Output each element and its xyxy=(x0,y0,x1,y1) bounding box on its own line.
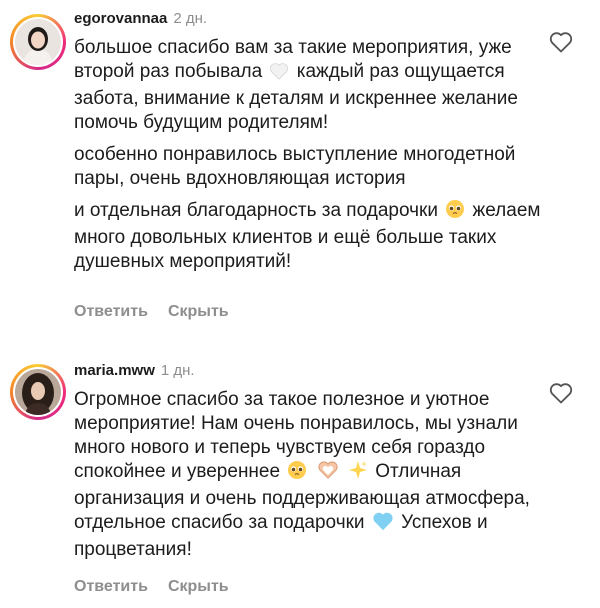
comment-header: egorovannaa 2 дн. xyxy=(74,10,207,27)
timestamp: 2 дн. xyxy=(173,10,208,27)
avatar-photo xyxy=(15,19,61,65)
comment-header: maria.mww 1 дн. xyxy=(74,362,195,379)
text-span: и отдельная благодарность за подарочки xyxy=(74,200,438,221)
light-blue-heart-emoji xyxy=(372,511,394,538)
sparkles-emoji xyxy=(348,460,368,487)
avatar-photo xyxy=(15,369,61,415)
username[interactable]: maria.mww xyxy=(74,362,155,379)
comment-paragraph: особенно понравилось выступление многоде… xyxy=(74,144,516,189)
comment-actions: Ответить Скрыть xyxy=(74,303,249,321)
white-heart-emoji xyxy=(269,62,289,87)
comment-paragraph: большое спасибо вам за такие мероприятия… xyxy=(74,36,544,135)
comment-text: большое спасибо вам за такие мероприятия… xyxy=(74,36,544,282)
avatar[interactable] xyxy=(10,14,66,70)
comment-text: Огромное спасибо за такое полезное и уют… xyxy=(74,388,544,562)
heart-outline-icon[interactable] xyxy=(549,31,573,53)
reply-button[interactable]: Ответить xyxy=(74,578,148,595)
comment-paragraph: и отдельная благодарность за подарочки ж… xyxy=(74,199,544,274)
heart-hands-emoji xyxy=(317,460,339,487)
timestamp: 1 дн. xyxy=(160,362,195,379)
hide-button[interactable]: Скрыть xyxy=(168,303,229,320)
pleading-face-emoji xyxy=(445,199,465,226)
username[interactable]: egorovannaa xyxy=(74,10,167,27)
hide-button[interactable]: Скрыть xyxy=(168,578,229,595)
comment-actions: Ответить Скрыть xyxy=(74,578,249,596)
reply-button[interactable]: Ответить xyxy=(74,303,148,320)
comment-paragraph: Огромное спасибо за такое полезное и уют… xyxy=(74,388,544,562)
heart-outline-icon[interactable] xyxy=(549,382,573,404)
avatar[interactable] xyxy=(10,364,66,420)
pleading-face-emoji xyxy=(287,460,307,487)
